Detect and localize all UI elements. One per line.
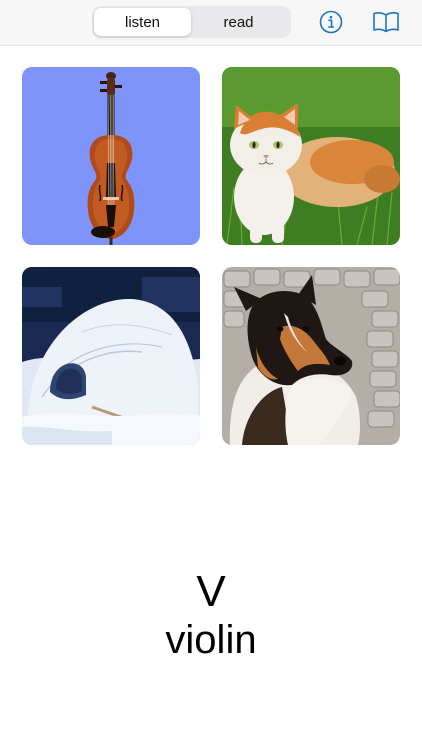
listen-tab[interactable]: listen — [94, 8, 191, 36]
info-button[interactable] — [317, 8, 345, 36]
picture-tile-cat[interactable] — [222, 67, 400, 245]
cat-image — [222, 67, 400, 245]
picture-tile-violin[interactable] — [22, 67, 200, 245]
picture-tile-igloo[interactable] — [22, 267, 200, 445]
igloo-image — [22, 267, 200, 445]
top-bar: listen read — [0, 0, 422, 46]
open-book-icon — [373, 12, 399, 33]
dog-image — [222, 267, 400, 445]
library-button[interactable] — [372, 8, 400, 36]
picture-tile-dog[interactable] — [222, 267, 400, 445]
violin-image — [22, 67, 200, 245]
mode-segmented-control: listen read — [92, 6, 291, 38]
current-letter: V — [196, 567, 226, 616]
current-word: violin — [165, 618, 257, 662]
read-tab[interactable]: read — [190, 8, 287, 36]
info-circle-icon — [319, 10, 343, 34]
